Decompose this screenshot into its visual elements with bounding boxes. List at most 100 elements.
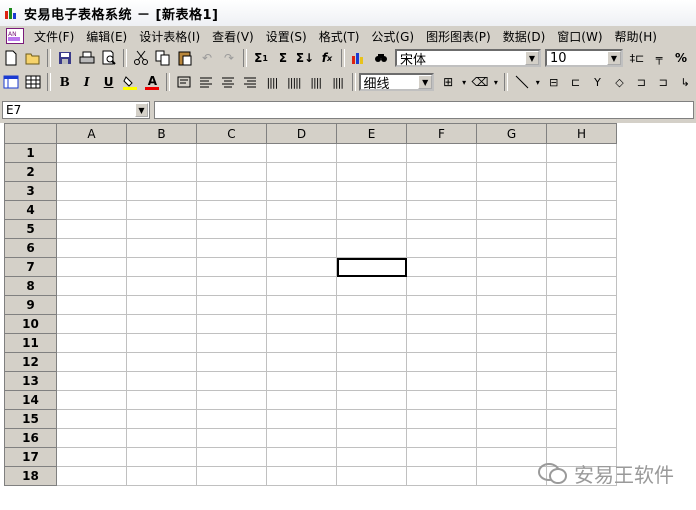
new-file-icon[interactable] [1, 48, 21, 68]
cell[interactable] [266, 276, 337, 296]
print-icon[interactable] [77, 48, 97, 68]
row-header[interactable]: 18 [4, 466, 57, 486]
cell[interactable] [56, 352, 127, 372]
cell[interactable] [196, 162, 267, 182]
row-header[interactable]: 9 [4, 295, 57, 315]
menu-design-table[interactable]: 设计表格(I) [133, 28, 206, 45]
cell[interactable] [336, 162, 407, 182]
cell[interactable] [56, 295, 127, 315]
cell[interactable] [56, 257, 127, 277]
cell[interactable] [266, 352, 337, 372]
cell-reference-box[interactable]: E7 ▼ [2, 101, 150, 119]
cell[interactable] [126, 276, 197, 296]
cell[interactable] [406, 143, 477, 163]
cell[interactable] [546, 314, 617, 334]
cell[interactable] [196, 447, 267, 467]
cell[interactable] [266, 295, 337, 315]
cell[interactable] [546, 200, 617, 220]
cell[interactable] [406, 447, 477, 467]
cell[interactable] [196, 352, 267, 372]
cell[interactable] [266, 200, 337, 220]
cell[interactable] [476, 314, 547, 334]
cell[interactable] [126, 314, 197, 334]
row-header[interactable]: 5 [4, 219, 57, 239]
cell[interactable] [406, 238, 477, 258]
cell[interactable] [476, 409, 547, 429]
select-all-corner[interactable] [4, 123, 57, 144]
cell[interactable] [336, 276, 407, 296]
row-header[interactable]: 3 [4, 181, 57, 201]
cell[interactable] [336, 219, 407, 239]
cell[interactable] [266, 390, 337, 410]
cell[interactable] [406, 352, 477, 372]
cell[interactable] [266, 143, 337, 163]
cell[interactable] [266, 238, 337, 258]
insert-column-icon[interactable]: ⊏ [566, 72, 586, 92]
cell[interactable] [546, 352, 617, 372]
row-header[interactable]: 11 [4, 333, 57, 353]
cell[interactable] [56, 238, 127, 258]
column-header[interactable]: D [266, 123, 337, 144]
cell[interactable] [126, 447, 197, 467]
italic-button[interactable]: I [77, 72, 97, 92]
cell[interactable] [406, 371, 477, 391]
cell[interactable] [126, 371, 197, 391]
cell[interactable] [126, 219, 197, 239]
cell[interactable] [546, 390, 617, 410]
cell[interactable] [56, 466, 127, 486]
distribute-3-icon[interactable]: |||| [306, 72, 326, 92]
open-folder-icon[interactable] [23, 48, 43, 68]
sum-icon[interactable]: Σ1 [251, 48, 271, 68]
save-icon[interactable] [55, 48, 75, 68]
active-cell[interactable] [336, 257, 407, 277]
copy-icon[interactable] [153, 48, 173, 68]
menu-formula[interactable]: 公式(G) [365, 28, 420, 45]
row-header[interactable]: 17 [4, 447, 57, 467]
row-header[interactable]: 14 [4, 390, 57, 410]
cell[interactable] [406, 200, 477, 220]
cell[interactable] [56, 390, 127, 410]
cell[interactable] [266, 409, 337, 429]
font-name-select[interactable]: 宋体 ▼ [395, 49, 541, 68]
cell[interactable] [546, 276, 617, 296]
chevron-down-icon[interactable]: ▼ [418, 75, 433, 89]
cell[interactable] [476, 390, 547, 410]
cell[interactable] [56, 200, 127, 220]
cell[interactable] [546, 181, 617, 201]
cell[interactable] [196, 466, 267, 486]
sort-icon[interactable]: Σ↓ [295, 48, 315, 68]
cell[interactable] [196, 409, 267, 429]
column-header[interactable]: A [56, 123, 127, 144]
cell[interactable] [406, 333, 477, 353]
find-icon[interactable] [371, 48, 391, 68]
paste-icon[interactable] [175, 48, 195, 68]
cell[interactable] [126, 466, 197, 486]
cell[interactable] [196, 257, 267, 277]
cell[interactable] [126, 238, 197, 258]
cell[interactable] [56, 143, 127, 163]
unmerge-icon[interactable]: ⊐ [653, 72, 673, 92]
bold-button[interactable]: B [55, 72, 75, 92]
cell[interactable] [196, 200, 267, 220]
insert-row-icon[interactable]: ⊟ [544, 72, 564, 92]
cell[interactable] [476, 162, 547, 182]
cell[interactable] [56, 181, 127, 201]
cell[interactable] [196, 428, 267, 448]
cell[interactable] [56, 428, 127, 448]
cell[interactable] [196, 333, 267, 353]
sum-alt-icon[interactable]: Σ [273, 48, 293, 68]
cell[interactable] [476, 143, 547, 163]
cell[interactable] [406, 390, 477, 410]
cell[interactable] [266, 466, 337, 486]
border-icon[interactable]: ⊞ [438, 72, 458, 92]
print-preview-icon[interactable] [99, 48, 119, 68]
cut-icon[interactable] [131, 48, 151, 68]
cell[interactable] [406, 409, 477, 429]
cell[interactable] [196, 371, 267, 391]
cell[interactable] [336, 143, 407, 163]
cell[interactable] [406, 257, 477, 277]
cell[interactable] [546, 371, 617, 391]
cell[interactable] [476, 371, 547, 391]
cell[interactable] [126, 257, 197, 277]
chevron-down-icon[interactable]: ▼ [525, 51, 539, 65]
